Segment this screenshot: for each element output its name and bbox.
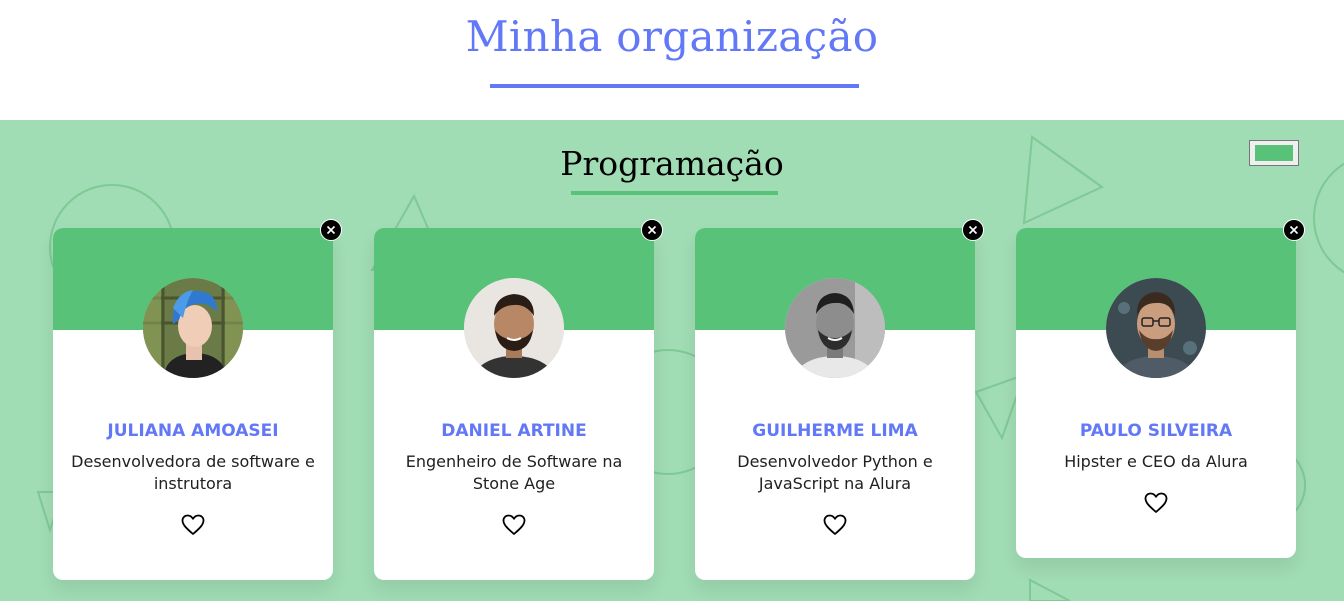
- title-underline: [490, 84, 859, 88]
- member-card: PAULO SILVEIRA Hipster e CEO da Alura: [1016, 219, 1305, 558]
- heart-outline-icon: [1144, 492, 1168, 513]
- delete-member-button[interactable]: [962, 219, 984, 241]
- team-title: Programação: [560, 144, 784, 183]
- team-color-swatch: [1255, 145, 1293, 161]
- page-header: Minha organização: [0, 0, 1344, 120]
- heart-outline-icon: [502, 514, 526, 535]
- close-icon: [647, 225, 657, 235]
- delete-member-button[interactable]: [320, 219, 342, 241]
- delete-member-button[interactable]: [641, 219, 663, 241]
- member-card: JULIANA AMOASEI Desenvolvedora de softwa…: [53, 219, 342, 580]
- favorite-button[interactable]: [181, 514, 205, 536]
- page-title: Minha organização: [465, 12, 879, 61]
- member-name: DANIEL ARTINE: [441, 421, 587, 441]
- favorite-button[interactable]: [823, 514, 847, 536]
- close-icon: [326, 225, 336, 235]
- team-color-input[interactable]: [1249, 140, 1299, 166]
- member-role: Desenvolvedora de software e instrutora: [71, 452, 315, 493]
- member-role: Desenvolvedor Python e JavaScript na Alu…: [737, 452, 933, 493]
- close-icon: [1289, 225, 1299, 235]
- heart-outline-icon: [823, 514, 847, 535]
- favorite-button[interactable]: [1144, 492, 1168, 514]
- member-card: DANIEL ARTINE Engenheiro de Software na …: [374, 219, 663, 580]
- member-name: GUILHERME LIMA: [752, 421, 918, 441]
- member-role: Hipster e CEO da Alura: [1064, 452, 1248, 471]
- favorite-button[interactable]: [502, 514, 526, 536]
- member-role: Engenheiro de Software na Stone Age: [405, 452, 623, 493]
- member-name: JULIANA AMOASEI: [107, 421, 279, 441]
- team-title-underline: [571, 191, 778, 195]
- avatar: [785, 278, 885, 378]
- member-name: PAULO SILVEIRA: [1079, 421, 1233, 441]
- close-icon: [968, 225, 978, 235]
- heart-outline-icon: [181, 514, 205, 535]
- avatar: [1106, 278, 1206, 378]
- avatar: [143, 278, 243, 378]
- avatar: [464, 278, 564, 378]
- delete-member-button[interactable]: [1283, 219, 1305, 241]
- member-card: GUILHERME LIMA Desenvolvedor Python e Ja…: [695, 219, 984, 580]
- team-section-programacao: Programação JULIANA AMOASEI Desenvolvedo…: [0, 120, 1344, 601]
